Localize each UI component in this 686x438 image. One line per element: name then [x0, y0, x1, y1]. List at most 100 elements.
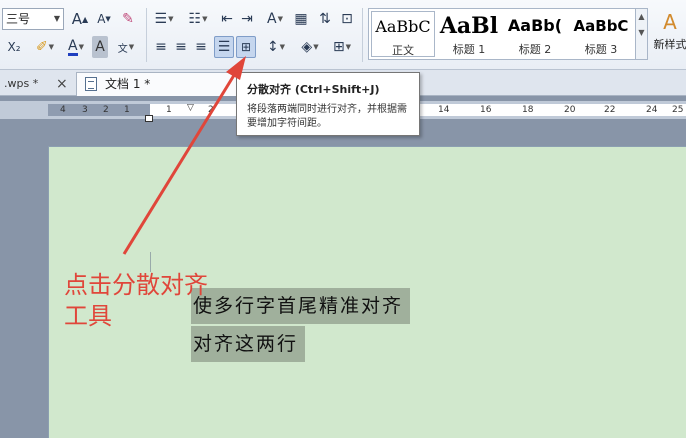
chevron-down-icon[interactable]: ▼ — [54, 9, 60, 29]
distributed-align-icon: ⊞ — [240, 40, 252, 54]
ruler-number: 16 — [480, 105, 492, 115]
ruler-number: 2 — [103, 105, 109, 115]
char-spacing-button[interactable]: A ▼ — [262, 8, 288, 30]
char-spacing-icon: A — [267, 11, 277, 27]
document-text-line[interactable]: 使多行字首尾精准对齐 — [193, 288, 403, 324]
style-sample: AaBb( — [507, 16, 563, 35]
ruler-number: 25 — [672, 105, 684, 115]
tooltip-description: 将段落两端同时进行对齐，并根据需要增加字符间距。 — [247, 104, 407, 129]
chevron-down-icon[interactable]: ▼ — [49, 43, 54, 51]
first-line-indent-marker[interactable]: ▽ — [187, 103, 194, 113]
new-style-icon: A — [663, 10, 677, 34]
grow-font-button[interactable]: A ▲ — [70, 8, 90, 30]
tab-document-2[interactable]: 文档 1 * — [76, 72, 246, 96]
char-shading-button[interactable]: A — [92, 36, 108, 58]
increase-indent-button[interactable]: ⇥ — [238, 8, 256, 30]
highlighter-icon: ✐ — [35, 39, 48, 55]
distributed-align-button[interactable]: ⊞ — [236, 36, 256, 58]
style-caption: 正文 — [392, 44, 414, 57]
chevron-down-icon[interactable]: ▼ — [636, 25, 647, 41]
chevron-up-icon[interactable]: ▲ — [636, 9, 647, 25]
char-shading-icon: A — [95, 39, 105, 55]
shading-button[interactable]: ◈ ▼ — [296, 36, 324, 58]
bullet-list-icon: ☰ — [154, 11, 168, 27]
show-marks-button[interactable]: ⊡ — [338, 8, 356, 30]
gallery-scroll-buttons[interactable]: ▲ ▼ — [636, 8, 648, 60]
highlight-button[interactable]: ✐ ▼ — [30, 36, 60, 58]
ribbon-toolbar: 三号 ▼ A ▲ A ▼ ✎ ☰ ▼ ☷ ▼ ⇤ ⇥ A ▼ ▦ ⇅ ⊡ X₂ ✐ ▼ A ▼ — [0, 0, 686, 70]
document-text-line[interactable]: 对齐这两行 — [193, 326, 298, 362]
tab-label: .wps * — [4, 77, 39, 90]
ruler-number: 18 — [522, 105, 534, 115]
ruler-number: 2 — [208, 105, 214, 115]
line-spacing-icon: ↕ — [266, 39, 279, 55]
style-caption: 标题 1 — [452, 43, 486, 56]
clear-format-button[interactable]: ✎ — [118, 8, 138, 30]
close-icon[interactable]: × — [56, 73, 68, 95]
font-size-value: 三号 — [6, 12, 31, 26]
style-sample: AaBbC — [375, 17, 431, 36]
subscript-button[interactable]: X₂ — [4, 36, 24, 58]
borders-button[interactable]: ⊞ ▼ — [328, 36, 356, 58]
grow-font-icon: A — [71, 10, 83, 28]
increase-indent-icon: ⇥ — [241, 11, 253, 27]
table-button[interactable]: ▦ — [292, 8, 310, 30]
style-gallery: AaBbC 正文 AaBl 标题 1 AaBb( 标题 2 AaBbC 标题 3 — [368, 8, 636, 60]
decrease-indent-button[interactable]: ⇤ — [218, 8, 236, 30]
chevron-down-icon[interactable]: ▼ — [129, 43, 134, 51]
align-left-button[interactable]: ≡ — [152, 36, 170, 58]
font-color-button[interactable]: A ▼ — [62, 36, 90, 58]
sort-button[interactable]: ⇅ — [316, 8, 334, 30]
font-size-combobox[interactable]: 三号 ▼ — [2, 8, 64, 30]
document-icon — [85, 77, 97, 91]
numbered-list-button[interactable]: ☷ ▼ — [184, 8, 212, 30]
style-heading-1[interactable]: AaBl 标题 1 — [437, 11, 501, 57]
style-heading-3[interactable]: AaBbC 标题 3 — [569, 11, 633, 57]
instruction-annotation: 点击分散对齐 工具 — [64, 270, 208, 332]
style-caption: 标题 3 — [584, 43, 618, 56]
line-spacing-button[interactable]: ↕ ▼ — [262, 36, 290, 58]
decrease-indent-icon: ⇤ — [221, 11, 233, 27]
ruler-number: 14 — [438, 105, 450, 115]
style-sample: AaBbC — [573, 17, 629, 35]
tab-document-1[interactable]: .wps * × — [0, 73, 74, 96]
style-heading-2[interactable]: AaBb( 标题 2 — [503, 11, 567, 57]
tooltip-title: 分散对齐 (Ctrl+Shift+J) — [247, 83, 380, 96]
chevron-down-icon[interactable]: ▼ — [346, 43, 351, 51]
align-center-icon: ≡ — [175, 39, 187, 55]
style-sample: AaBl — [439, 13, 499, 39]
chevron-down-icon[interactable]: ▼ — [278, 15, 283, 23]
subscript-icon: X₂ — [7, 40, 21, 54]
tooltip: 分散对齐 (Ctrl+Shift+J) 将段落两端同时进行对齐，并根据需要增加字… — [236, 72, 420, 136]
phonetic-guide-button[interactable]: 文 ▼ — [112, 36, 140, 58]
chevron-down-icon[interactable]: ▼ — [168, 15, 173, 23]
toolbar-separator — [362, 8, 363, 62]
chevron-down-icon[interactable]: ▼ — [79, 43, 84, 51]
align-center-button[interactable]: ≡ — [172, 36, 190, 58]
table-icon: ▦ — [294, 11, 308, 27]
new-style-label: 新样式 — [653, 38, 686, 51]
paint-bucket-icon: ◈ — [301, 39, 313, 55]
chevron-down-icon[interactable]: ▼ — [202, 15, 207, 23]
toolbar-separator — [146, 8, 147, 62]
left-indent-marker[interactable] — [145, 115, 153, 122]
ruler-number: 24 — [646, 105, 658, 115]
phonetic-icon: 文 — [117, 43, 128, 55]
ruler-number: 1 — [124, 105, 130, 115]
justify-button[interactable]: ☰ — [214, 36, 234, 58]
font-color-icon: A — [68, 37, 78, 56]
chevron-down-icon[interactable]: ▼ — [280, 43, 285, 51]
annotation-line: 点击分散对齐 — [64, 271, 208, 299]
bullet-list-button[interactable]: ☰ ▼ — [150, 8, 178, 30]
style-caption: 标题 2 — [518, 43, 552, 56]
align-right-button[interactable]: ≡ — [192, 36, 210, 58]
new-style-button[interactable]: A 新样式 — [650, 8, 686, 60]
justify-icon: ☰ — [217, 39, 231, 55]
numbered-list-icon: ☷ — [188, 11, 202, 27]
shrink-font-button[interactable]: A ▼ — [94, 8, 114, 30]
chevron-down-icon[interactable]: ▼ — [313, 43, 318, 51]
align-right-icon: ≡ — [195, 39, 207, 55]
page-corner-mark — [150, 252, 151, 272]
style-normal[interactable]: AaBbC 正文 — [371, 11, 435, 57]
border-icon: ⊞ — [332, 39, 345, 55]
